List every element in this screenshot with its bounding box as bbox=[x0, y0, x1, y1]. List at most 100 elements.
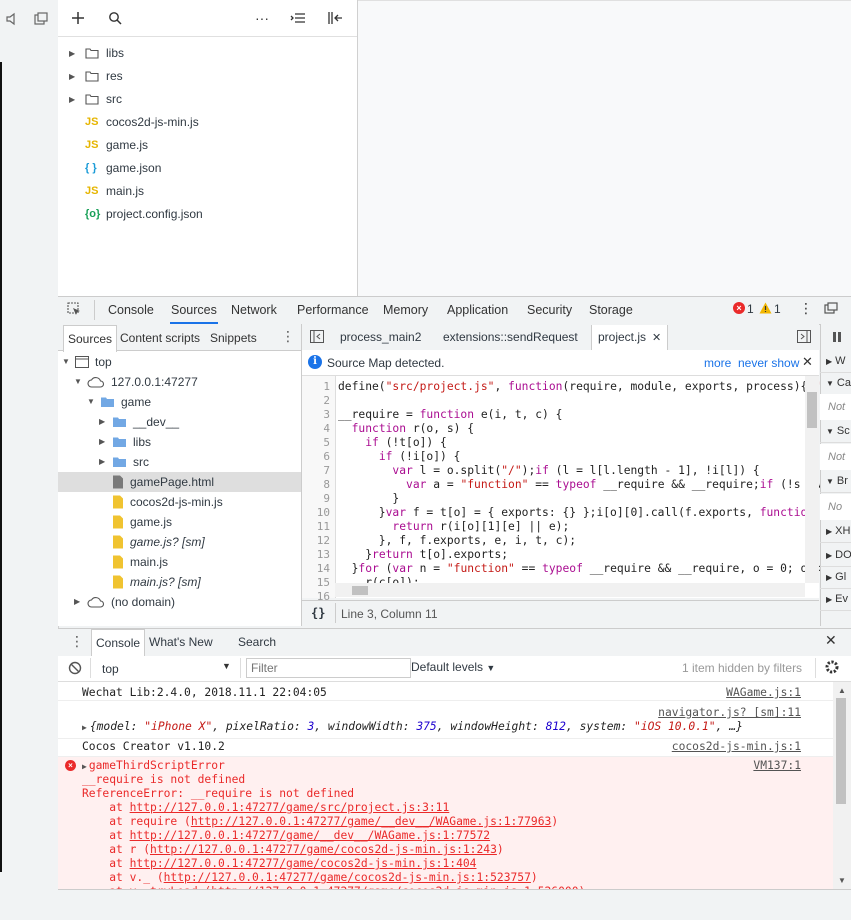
navigator-tab-snippets[interactable]: Snippets bbox=[210, 325, 257, 351]
console-source-link[interactable]: VM137:1 bbox=[753, 759, 801, 773]
editor-hscroll-thumb[interactable] bbox=[352, 586, 368, 595]
context-selector[interactable]: top ▼ bbox=[95, 659, 237, 679]
stack-frame-link[interactable]: http://127.0.0.1:47277/game/__dev__/WAGa… bbox=[130, 829, 490, 842]
collapse-icon[interactable] bbox=[290, 11, 306, 25]
devtools-tab-memory[interactable]: Memory bbox=[383, 297, 428, 324]
source-tree-item[interactable]: gamePage.html bbox=[99, 472, 214, 492]
expand-arrow-icon[interactable]: ▼ bbox=[62, 352, 72, 372]
devtools-tab-storage[interactable]: Storage bbox=[589, 297, 633, 324]
devtools-tab-network[interactable]: Network bbox=[231, 297, 277, 324]
source-tree-item[interactable]: ▶ __dev__ bbox=[99, 412, 179, 432]
source-tree-item[interactable]: main.js? [sm] bbox=[99, 572, 201, 592]
stack-frame-link[interactable]: http://127.0.0.1:47277/game/src/project.… bbox=[130, 801, 450, 814]
source-tree-item[interactable]: game.js? [sm] bbox=[99, 532, 205, 552]
expand-arrow-icon[interactable]: ▶ bbox=[82, 723, 87, 732]
expand-arrow-icon[interactable]: ▶ bbox=[69, 72, 79, 81]
expand-arrow-icon[interactable]: ▶ bbox=[69, 95, 79, 104]
console-settings-gear-icon[interactable] bbox=[824, 659, 840, 675]
pretty-print-button[interactable]: {} bbox=[311, 606, 325, 620]
undock-icon[interactable] bbox=[824, 302, 838, 314]
source-tree-item[interactable]: main.js bbox=[99, 552, 168, 572]
scroll-up-arrow-icon[interactable]: ▲ bbox=[838, 686, 846, 695]
source-tree-item[interactable]: ▶ (no domain) bbox=[74, 592, 175, 612]
debugger-section[interactable]: ▶ Ev bbox=[820, 588, 851, 611]
debugger-section[interactable]: ▶ DO bbox=[820, 544, 851, 567]
close-infobar-icon[interactable]: ✕ bbox=[802, 354, 813, 370]
error-title[interactable]: ▶ gameThirdScriptError bbox=[82, 759, 225, 773]
navigator-menu-icon[interactable]: ⋮ bbox=[281, 328, 295, 345]
debugger-section[interactable]: ▼ Br bbox=[820, 470, 851, 493]
expand-arrow-icon[interactable]: ▶ bbox=[69, 49, 79, 58]
warning-icon[interactable] bbox=[759, 302, 772, 314]
expand-arrow-icon[interactable]: ▼ bbox=[87, 392, 97, 412]
drawer-menu-icon[interactable]: ⋮ bbox=[70, 633, 84, 650]
file-tree-item[interactable]: ▶ src bbox=[69, 89, 122, 109]
devtools-tab-security[interactable]: Security bbox=[527, 297, 572, 324]
file-tree-item[interactable]: ▶ libs bbox=[69, 43, 124, 63]
source-tree-item[interactable]: ▶ src bbox=[99, 452, 149, 472]
source-tree-item[interactable]: game.js bbox=[99, 512, 172, 532]
editor-hscrollbar[interactable] bbox=[335, 583, 805, 597]
console-source-link[interactable]: navigator.js? [sm]:11 bbox=[658, 706, 801, 720]
source-tree-item[interactable]: ▼ 127.0.0.1:47277 bbox=[74, 372, 198, 392]
source-tree-item[interactable]: ▶ libs bbox=[99, 432, 151, 452]
expand-arrow-icon[interactable]: ▶ bbox=[99, 432, 109, 452]
drawer-tab-console[interactable]: Console bbox=[91, 629, 146, 656]
add-icon[interactable] bbox=[71, 11, 85, 25]
debugger-section[interactable]: ▶ XH bbox=[820, 520, 851, 543]
expand-arrow-icon[interactable]: ▶ bbox=[74, 592, 84, 612]
source-tree-item[interactable]: ▼ game bbox=[87, 392, 151, 412]
file-tree-item[interactable]: {o} project.config.json bbox=[69, 204, 203, 224]
editor-tab[interactable]: process_main2 bbox=[340, 325, 421, 350]
file-tree-item[interactable]: JS cocos2d-js-min.js bbox=[69, 112, 199, 132]
expand-arrow-icon[interactable]: ▶ bbox=[99, 412, 109, 432]
stack-frame-link[interactable]: http://127.0.0.1:47277/game/cocos2d-js-m… bbox=[164, 871, 531, 884]
console-source-link[interactable]: cocos2d-js-min.js:1 bbox=[672, 740, 801, 754]
console-object-preview[interactable]: ▶ {model: "iPhone X", pixelRatio: 3, wind… bbox=[82, 720, 743, 734]
debugger-section[interactable]: ▶ Gl bbox=[820, 566, 851, 589]
debugger-section[interactable]: ▼ Sc bbox=[820, 420, 851, 443]
more-icon[interactable]: ··· bbox=[255, 11, 269, 25]
stack-frame-link[interactable]: http://127.0.0.1:47277/game/cocos2d-js-m… bbox=[130, 857, 477, 870]
error-count[interactable]: 1 bbox=[747, 300, 754, 318]
devtools-tab-performance[interactable]: Performance bbox=[297, 297, 369, 324]
stack-frame-link[interactable]: http://127.0.0.1:47277/game/cocos2d-js-m… bbox=[150, 843, 497, 856]
expand-arrow-icon[interactable]: ▶ bbox=[99, 452, 109, 472]
stack-frame-link[interactable]: http://127.0.0.1:47277/game/__dev__/WAGa… bbox=[191, 815, 551, 828]
close-tab-icon[interactable]: ✕ bbox=[652, 332, 661, 344]
navigator-tab-sources[interactable]: Sources bbox=[63, 325, 118, 352]
toggle-debugger-icon[interactable] bbox=[797, 330, 811, 343]
console-source-link[interactable]: WAGame.js:1 bbox=[726, 686, 801, 700]
source-tree-item[interactable]: cocos2d-js-min.js bbox=[99, 492, 223, 512]
file-tree-item[interactable]: { } game.json bbox=[69, 158, 161, 178]
clear-console-icon[interactable] bbox=[68, 661, 82, 675]
file-tree-item[interactable]: JS game.js bbox=[69, 135, 148, 155]
expand-arrow-icon[interactable]: ▼ bbox=[74, 372, 84, 392]
more-link[interactable]: more bbox=[704, 356, 731, 370]
drawer-tab-search[interactable]: Search bbox=[238, 629, 276, 655]
file-tree-item[interactable]: JS main.js bbox=[69, 181, 144, 201]
source-tree-item[interactable]: ▼ top bbox=[62, 352, 112, 372]
window-icon[interactable] bbox=[34, 12, 48, 26]
log-levels-dropdown[interactable]: Default levels ▼ bbox=[411, 660, 495, 674]
devtools-tab-console[interactable]: Console bbox=[108, 297, 154, 324]
editor-tab[interactable]: extensions::sendRequest bbox=[443, 325, 578, 350]
console-filter-input[interactable] bbox=[246, 658, 411, 678]
search-icon[interactable] bbox=[108, 11, 122, 25]
debugger-section[interactable]: ▼ Ca bbox=[820, 372, 851, 395]
error-icon[interactable]: × bbox=[733, 302, 745, 314]
toggle-navigator-icon[interactable] bbox=[310, 330, 324, 343]
inspect-icon[interactable] bbox=[67, 302, 81, 316]
console-scroll-thumb[interactable] bbox=[836, 698, 846, 804]
scroll-down-arrow-icon[interactable]: ▼ bbox=[838, 876, 846, 885]
kebab-menu-icon[interactable]: ⋮ bbox=[799, 300, 813, 316]
close-drawer-icon[interactable]: ✕ bbox=[825, 632, 837, 649]
split-left-icon[interactable] bbox=[327, 11, 343, 25]
editor-vscroll-thumb[interactable] bbox=[807, 392, 817, 428]
never-show-link[interactable]: never show bbox=[738, 356, 799, 370]
debugger-section[interactable]: ▶ W bbox=[820, 350, 851, 373]
devtools-tab-application[interactable]: Application bbox=[447, 297, 508, 324]
expand-arrow-icon[interactable]: ▶ bbox=[82, 762, 87, 771]
devtools-tab-sources[interactable]: Sources bbox=[170, 297, 218, 324]
warning-count[interactable]: 1 bbox=[774, 300, 781, 318]
